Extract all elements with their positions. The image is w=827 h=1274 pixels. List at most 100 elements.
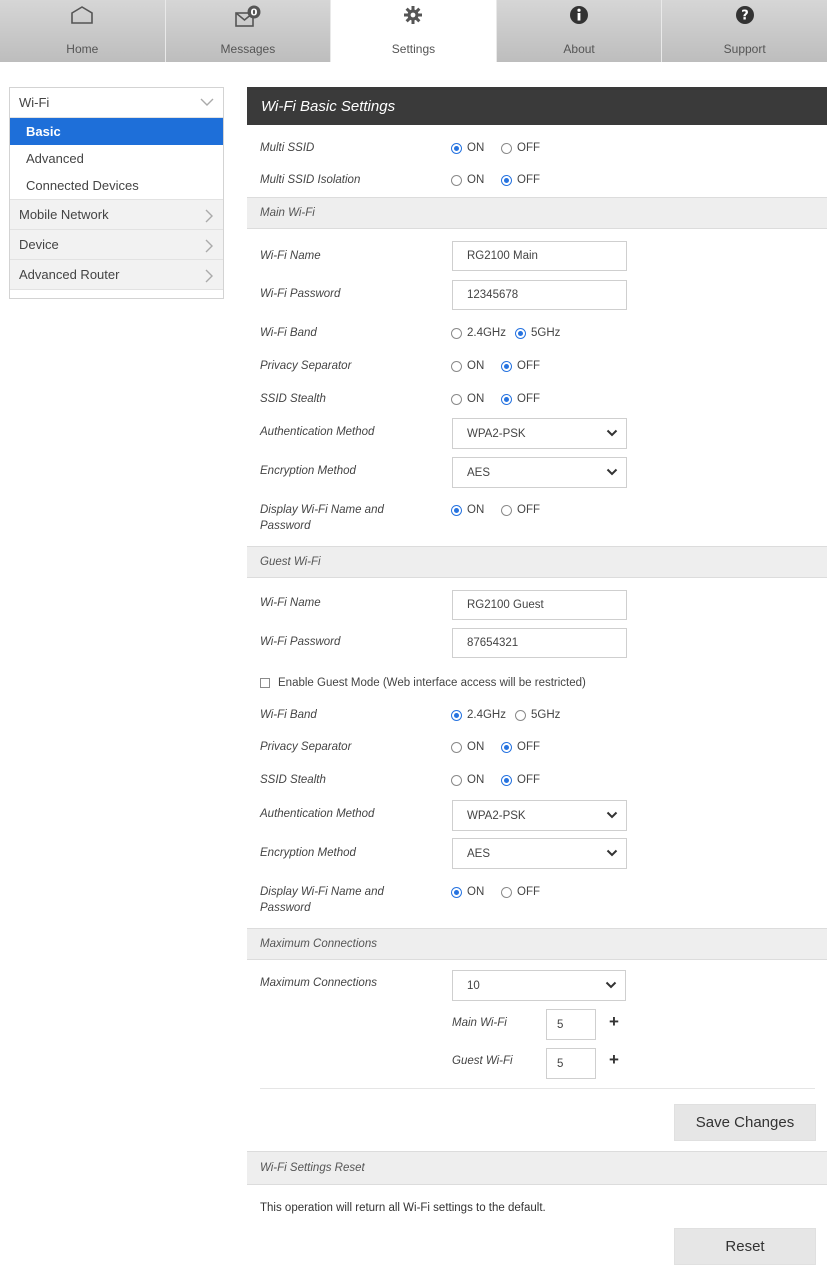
tab-settings[interactable]: Settings — [331, 0, 497, 62]
radio-dot — [451, 393, 462, 405]
main-wifi-password-input[interactable]: 12345678 — [452, 280, 627, 310]
main-display-on-radio[interactable]: ON — [451, 504, 484, 516]
radio-label: ON — [467, 504, 485, 516]
tab-about[interactable]: About — [496, 0, 663, 62]
help-icon: ? — [734, 4, 756, 29]
sidebar-item-label: Wi-Fi — [19, 95, 50, 110]
sidebar-item-label: Basic — [26, 124, 61, 139]
chevron-right-icon — [203, 208, 215, 227]
save-changes-button[interactable]: Save Changes — [674, 1104, 816, 1141]
sidebar-item-connected-devices[interactable]: Connected Devices — [10, 172, 223, 199]
main-stealth-on-radio[interactable]: ON — [451, 393, 484, 405]
reset-button[interactable]: Reset — [674, 1228, 816, 1265]
main-auth-method-select[interactable]: WPA2-PSK — [452, 418, 627, 449]
radio-label: OFF — [517, 360, 540, 372]
chevron-right-icon — [203, 238, 215, 257]
tab-messages[interactable]: 0 Messages — [165, 0, 332, 62]
main-wifi-connections-plus-button[interactable]: + — [609, 1012, 619, 1032]
radio-dot — [451, 174, 462, 186]
tab-home[interactable]: Home — [0, 0, 166, 62]
radio-dot — [451, 774, 462, 786]
radio-dot — [501, 174, 512, 186]
sidebar: Wi-Fi Basic Advanced Connected Devices M… — [9, 87, 224, 299]
reset-description: This operation will return all Wi-Fi set… — [260, 1202, 546, 1214]
tab-support[interactable]: ? Support — [662, 0, 827, 62]
top-navigation: Home 0 Messages Settings About ? Support — [0, 0, 827, 67]
radio-dot — [501, 142, 512, 154]
main-wifi-password-label: Wi-Fi Password — [260, 288, 341, 300]
main-encryption-method-select[interactable]: AES — [452, 457, 627, 488]
multi-ssid-off-radio[interactable]: OFF — [501, 142, 540, 154]
guest-privacy-off-radio[interactable]: OFF — [501, 741, 540, 753]
svg-text:?: ? — [741, 9, 749, 24]
guest-band-5ghz-radio[interactable]: 5GHz — [515, 709, 560, 721]
guest-wifi-name-label: Wi-Fi Name — [260, 597, 321, 609]
select-value: 10 — [467, 979, 480, 992]
sidebar-item-wifi[interactable]: Wi-Fi — [10, 88, 223, 118]
guest-privacy-on-radio[interactable]: ON — [451, 741, 484, 753]
chevron-down-icon — [606, 810, 618, 823]
guest-encryption-method-select[interactable]: AES — [452, 838, 627, 869]
sidebar-item-basic[interactable]: Basic — [10, 118, 223, 145]
multi-ssid-isolation-on-radio[interactable]: ON — [451, 174, 484, 186]
guest-auth-method-select[interactable]: WPA2-PSK — [452, 800, 627, 831]
main-wifi-name-input[interactable]: RG2100 Main — [452, 241, 627, 271]
guest-wifi-name-input[interactable]: RG2100 Guest — [452, 590, 627, 620]
sidebar-item-label: Device — [19, 237, 59, 252]
radio-label: OFF — [517, 504, 540, 516]
main-privacy-on-radio[interactable]: ON — [451, 360, 484, 372]
guest-wifi-connections-plus-button[interactable]: + — [609, 1050, 619, 1070]
sidebar-item-label: Advanced — [26, 151, 84, 166]
multi-ssid-on-radio[interactable]: ON — [451, 142, 484, 154]
guest-display-name-label: Display Wi-Fi Name and — [260, 886, 384, 898]
sidebar-item-advanced-router[interactable]: Advanced Router — [10, 260, 223, 290]
guest-wifi-password-input[interactable]: 87654321 — [452, 628, 627, 658]
sidebar-item-device[interactable]: Device — [10, 230, 223, 260]
guest-wifi-connections-label: Guest Wi-Fi — [452, 1055, 513, 1067]
main-wifi-band-label: Wi-Fi Band — [260, 327, 317, 339]
radio-label: ON — [467, 142, 485, 154]
main-encryption-method-label: Encryption Method — [260, 465, 356, 477]
wifi-basic-settings-panel: Wi-Fi Basic Settings Multi SSID ON OFF M… — [247, 87, 827, 1274]
tab-label: Messages — [220, 42, 276, 56]
guest-wifi-band-label: Wi-Fi Band — [260, 709, 317, 721]
guest-band-24ghz-radio[interactable]: 2.4GHz — [451, 709, 506, 721]
guest-encryption-method-label: Encryption Method — [260, 847, 356, 859]
radio-label: 5GHz — [531, 327, 561, 339]
radio-dot — [501, 393, 512, 405]
guest-stealth-on-radio[interactable]: ON — [451, 774, 484, 786]
tab-label: Settings — [391, 42, 436, 56]
select-value: AES — [467, 847, 491, 860]
max-connections-section-header: Maximum Connections — [247, 928, 827, 960]
guest-wifi-connections-stepper[interactable]: 5 — [546, 1048, 596, 1079]
main-stealth-off-radio[interactable]: OFF — [501, 393, 540, 405]
enable-guest-mode-checkbox[interactable]: Enable Guest Mode (Web interface access … — [260, 677, 586, 689]
main-band-24ghz-radio[interactable]: 2.4GHz — [451, 327, 506, 339]
info-icon — [568, 4, 590, 29]
sidebar-item-advanced[interactable]: Advanced — [10, 145, 223, 172]
main-privacy-off-radio[interactable]: OFF — [501, 360, 540, 372]
sidebar-item-mobile-network[interactable]: Mobile Network — [10, 200, 223, 230]
sidebar-item-label: Advanced Router — [19, 267, 120, 282]
radio-label: ON — [467, 174, 485, 186]
radio-dot — [501, 360, 512, 372]
main-band-5ghz-radio[interactable]: 5GHz — [515, 327, 560, 339]
guest-ssid-stealth-label: SSID Stealth — [260, 774, 326, 786]
radio-label: OFF — [517, 886, 540, 898]
home-icon — [69, 4, 95, 29]
max-connections-select[interactable]: 10 — [452, 970, 626, 1001]
guest-display-on-radio[interactable]: ON — [451, 886, 484, 898]
main-wifi-connections-stepper[interactable]: 5 — [546, 1009, 596, 1040]
select-value: WPA2-PSK — [467, 427, 526, 440]
radio-label: ON — [467, 774, 485, 786]
radio-label: ON — [467, 741, 485, 753]
main-display-off-radio[interactable]: OFF — [501, 504, 540, 516]
chevron-down-icon — [606, 467, 618, 480]
message-count-badge: 0 — [250, 8, 257, 19]
select-value: WPA2-PSK — [467, 809, 526, 822]
guest-display-off-radio[interactable]: OFF — [501, 886, 540, 898]
multi-ssid-isolation-off-radio[interactable]: OFF — [501, 174, 540, 186]
guest-stealth-off-radio[interactable]: OFF — [501, 774, 540, 786]
guest-display-name-label-line2: Password — [260, 902, 311, 914]
radio-label: ON — [467, 393, 485, 405]
